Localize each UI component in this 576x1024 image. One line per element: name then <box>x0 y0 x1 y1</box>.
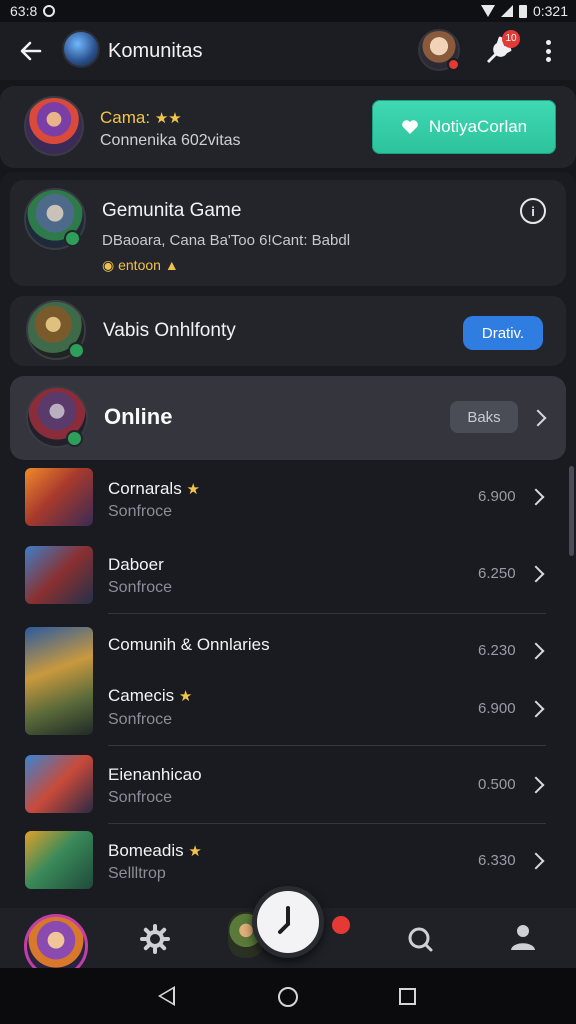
list-item-subtitle: Sonfroce <box>108 579 173 596</box>
star-icon: ★ <box>186 481 200 498</box>
arrow-left-icon[interactable] <box>16 36 46 66</box>
status-time-right: 0:321 <box>532 3 568 19</box>
notify-button[interactable]: NotiyaCorlan <box>372 100 556 154</box>
row-thumbnail <box>25 546 93 604</box>
info-tag: ◉ entoon ▲ <box>102 257 179 273</box>
status-time-left: 63:8 <box>10 3 38 19</box>
system-home-icon[interactable] <box>278 987 298 1007</box>
list-item-value: 6.900 <box>478 700 516 717</box>
row-thumbnail <box>25 468 93 526</box>
scrollbar[interactable] <box>569 466 574 556</box>
featured-badge <box>68 342 85 359</box>
community-info-card[interactable]: Gemunita Game DBaoara, Cana Ba'Too 6!Can… <box>10 180 566 286</box>
app-bar: Komunitas 10 <box>0 22 576 80</box>
signal-icon <box>500 5 513 17</box>
page-title: Komunitas <box>108 40 203 62</box>
system-back-icon[interactable] <box>158 986 175 1006</box>
list-item-subtitle: Sonfroce <box>108 789 173 806</box>
community-avatar <box>62 30 100 68</box>
info-icon[interactable]: i <box>520 198 546 224</box>
star-icon: ★ <box>178 688 193 705</box>
row-thumbnail <box>25 831 93 889</box>
list-item-title[interactable]: Camecis ★ <box>108 686 192 706</box>
search-icon[interactable] <box>404 924 436 956</box>
status-bar: 63:8 0:321 <box>0 0 576 22</box>
hero-subtitle: Connenika 602vitas <box>100 132 241 149</box>
list-item-title[interactable]: Cornarals ★ <box>108 479 200 499</box>
featured-card[interactable]: Vabis Onhlfonty Drativ. <box>10 296 566 366</box>
list-item-title[interactable]: Comunih & Onnlaries <box>108 635 270 655</box>
person-icon[interactable] <box>508 922 538 952</box>
hero-avatar <box>24 96 84 156</box>
list-item-subtitle: Sonfroce <box>108 503 173 520</box>
status-sync-icon <box>43 5 56 17</box>
list-item-value: 6.230 <box>478 642 516 659</box>
tool-badge: 10 <box>502 30 520 48</box>
online-title: Online <box>104 404 173 429</box>
hero-title: Camа: ★★ <box>100 108 182 127</box>
clock-fab[interactable] <box>252 886 324 958</box>
user-avatar[interactable] <box>418 29 460 71</box>
more-vertical-icon[interactable] <box>540 36 556 66</box>
user-status-badge <box>447 58 460 71</box>
system-recents-icon[interactable] <box>399 988 416 1005</box>
list-item-title[interactable]: Eienanhicao <box>108 765 202 785</box>
heart-icon <box>402 120 418 134</box>
wifi-icon <box>480 5 495 17</box>
list-item-value: 6.250 <box>478 565 516 582</box>
tag-arrow-icon: ▲ <box>164 257 179 273</box>
list-item-value: 0.500 <box>478 776 516 793</box>
back-chip[interactable]: Baks <box>450 401 518 433</box>
online-badge <box>66 430 83 447</box>
draw-button[interactable]: Drativ. <box>463 316 543 350</box>
list-item-value: 6.900 <box>478 488 516 505</box>
info-description: DBaoara, Cana Ba'Too 6!Cant: Babdl <box>102 232 351 249</box>
system-navigation <box>0 968 576 1024</box>
list-item-title[interactable]: Bomeadis ★ <box>108 841 202 861</box>
divider <box>108 745 546 746</box>
featured-title: Vabis Onhlfonty <box>103 320 236 341</box>
battery-icon <box>518 4 527 18</box>
notify-button-label: NotiyaCorlan <box>428 117 528 136</box>
list-item-subtitle: Sellltrop <box>108 865 166 882</box>
notification-badge <box>330 914 352 936</box>
info-title: Gemunita Game <box>102 200 242 221</box>
hero-card: Camа: ★★ Connenika 602vitas NotiyaCorlan <box>0 86 576 168</box>
divider <box>108 823 546 824</box>
star-icon: ★★ <box>154 110 182 127</box>
gear-icon[interactable] <box>140 924 170 954</box>
online-section-header[interactable]: Online Baks <box>10 376 566 460</box>
chevron-right-icon[interactable] <box>529 409 547 427</box>
list-item-title[interactable]: Daboer <box>108 555 164 575</box>
verified-badge <box>64 230 81 247</box>
list-item-value: 6.330 <box>478 852 516 869</box>
row-thumbnail <box>25 627 93 735</box>
star-icon: ★ <box>188 843 202 860</box>
divider <box>108 613 546 614</box>
row-thumbnail <box>25 755 93 813</box>
list-item-subtitle: Sonfroce <box>108 711 173 728</box>
clock-icon <box>278 906 290 934</box>
